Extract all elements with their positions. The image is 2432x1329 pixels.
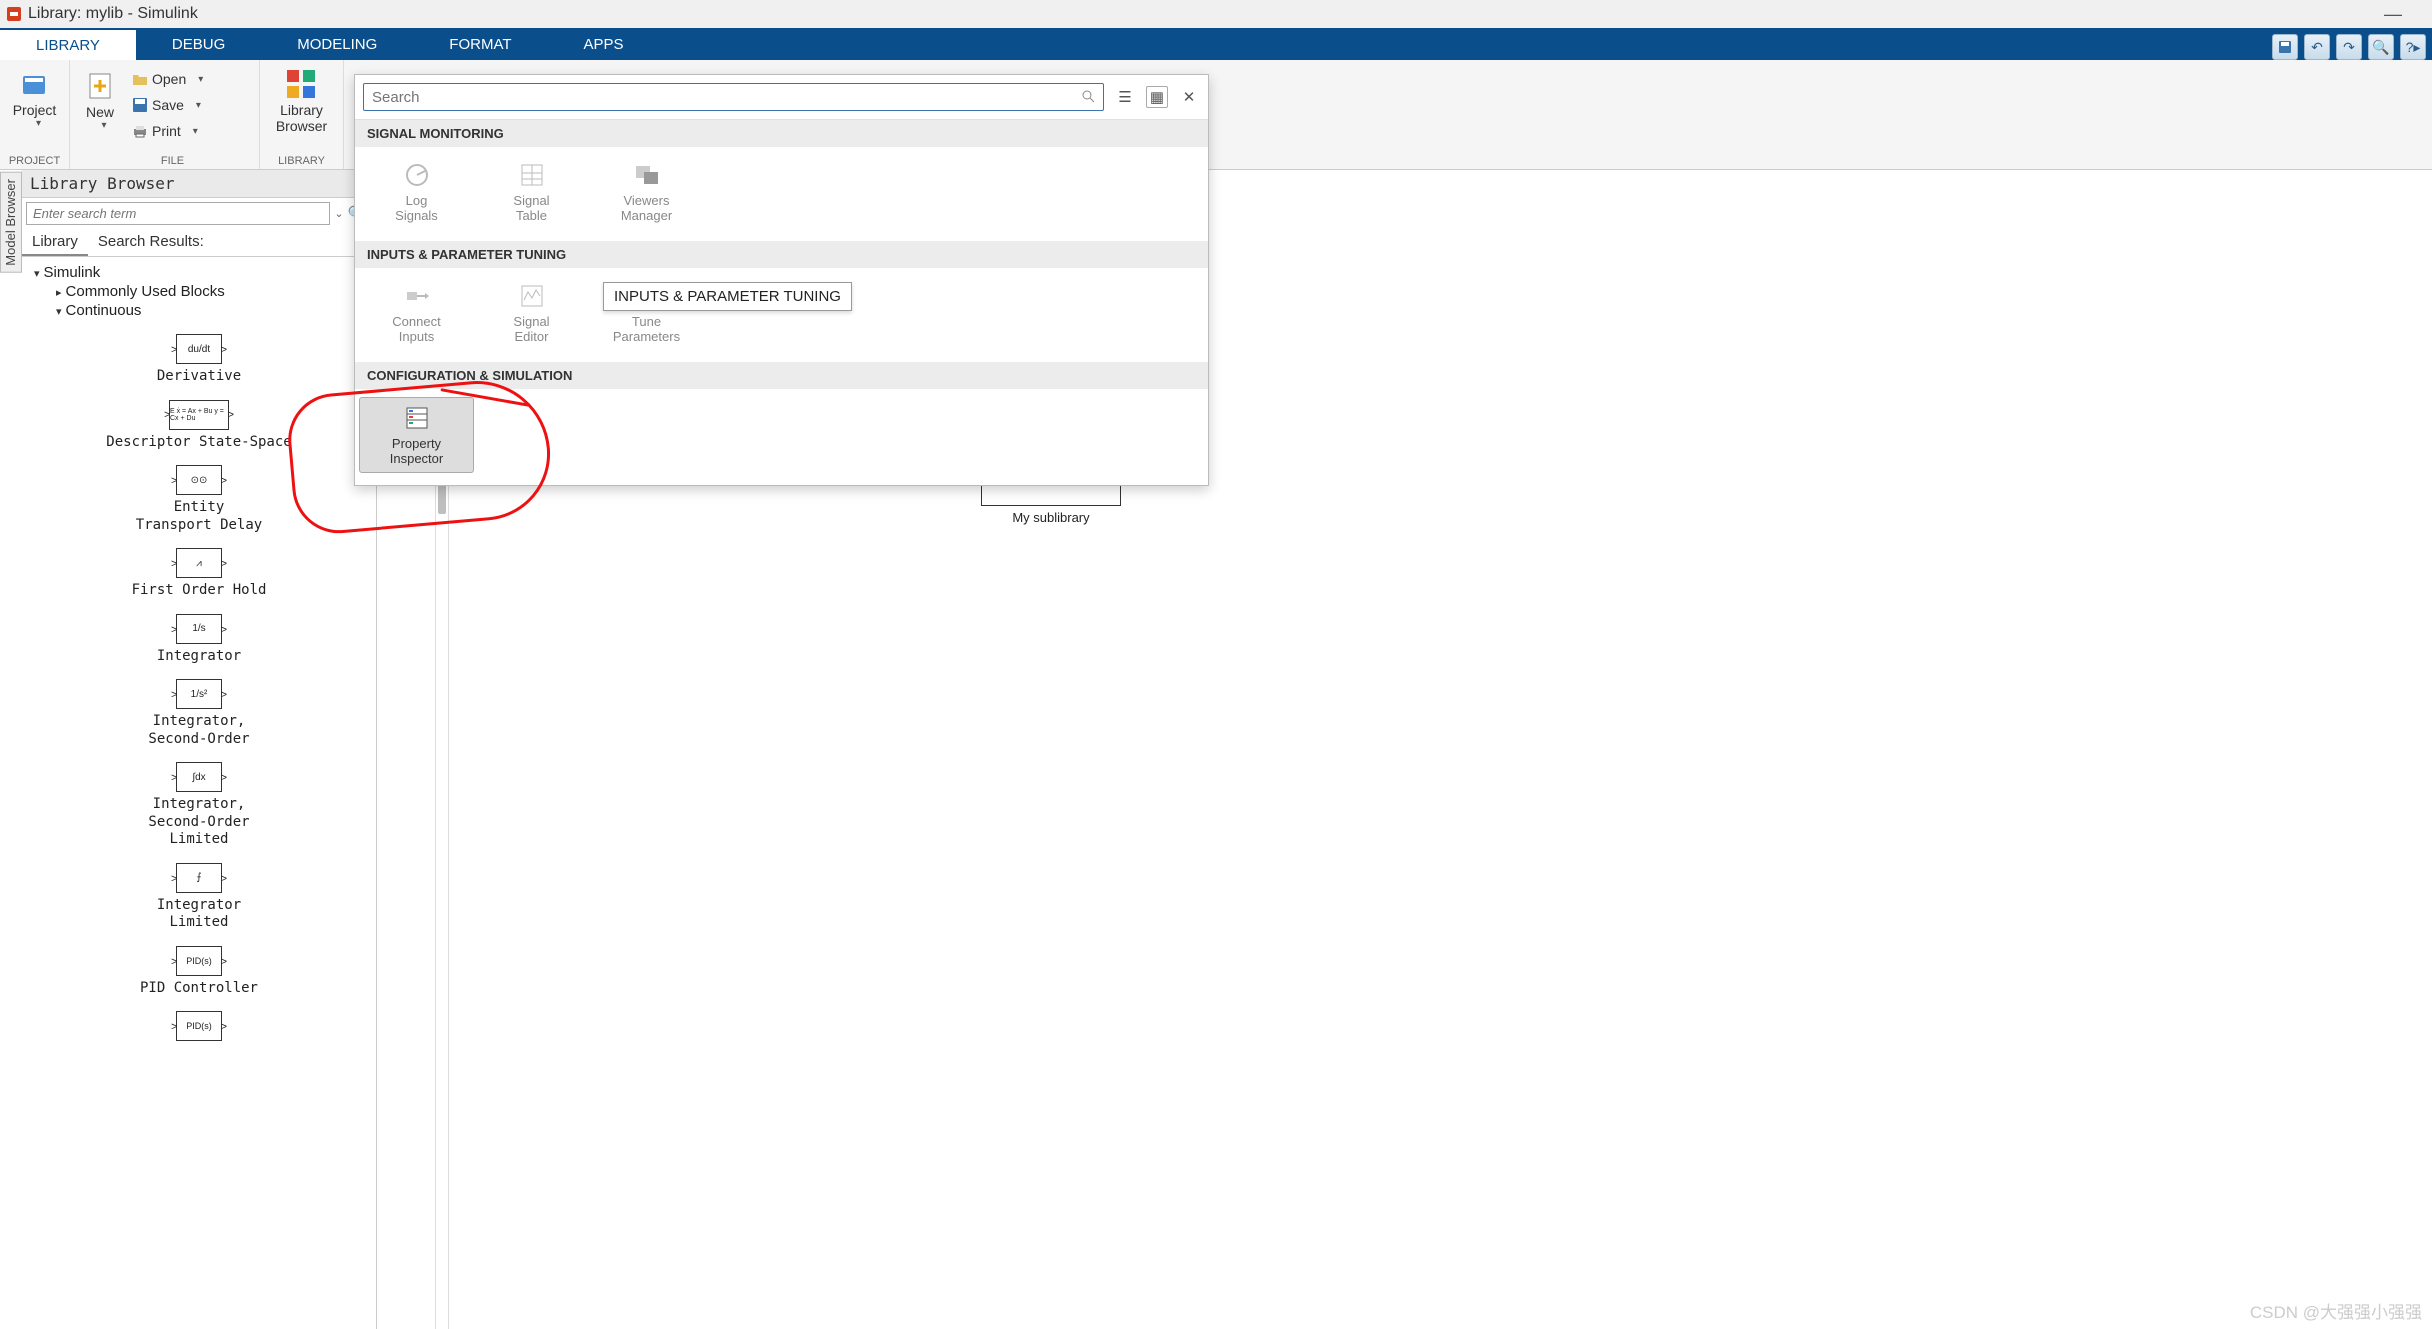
library-tabs: Library Search Results:	[22, 229, 376, 257]
save-icon	[132, 97, 148, 113]
block-derivative[interactable]: du/dtDerivative	[26, 334, 372, 386]
app-signal-editor[interactable]: Signal Editor	[474, 276, 589, 350]
library-search-input[interactable]	[26, 202, 330, 225]
open-button[interactable]: Open	[128, 66, 207, 92]
save-label: Save	[152, 97, 184, 113]
ribbon-group-library: Library Browser LIBRARY	[260, 60, 344, 169]
toolstrip-tabs: LIBRARY DEBUG MODELING FORMAT APPS ↶ ↷ 🔍…	[0, 28, 2432, 60]
block-integrator-second-order[interactable]: 1/s²Integrator, Second-Order	[26, 679, 372, 748]
section-signal-monitoring: Log Signals Signal Table Viewers Manager	[355, 147, 1208, 241]
library-search-row: ⌄ 🔍 ▾	[22, 198, 376, 229]
save-qat-button[interactable]	[2272, 34, 2298, 60]
library-browser-button[interactable]: Library Browser	[270, 64, 333, 138]
tab-library[interactable]: LIBRARY	[0, 28, 136, 60]
tab-apps[interactable]: APPS	[548, 28, 660, 60]
app-log-signals[interactable]: Log Signals	[359, 155, 474, 229]
signal-table-icon	[518, 161, 546, 189]
new-button[interactable]: New	[78, 66, 122, 135]
section-inputs-tuning-header: INPUTS & PARAMETER TUNING	[355, 241, 1208, 268]
view-grid-icon[interactable]: ▦	[1146, 86, 1168, 108]
signal-editor-icon	[518, 282, 546, 310]
project-label: Project	[13, 102, 57, 118]
project-icon	[19, 68, 51, 100]
save-button[interactable]: Save	[128, 92, 207, 118]
block-pid-controller[interactable]: PID(s)PID Controller	[26, 946, 372, 998]
redo-button[interactable]: ↷	[2336, 34, 2362, 60]
quick-access-toolbar: ↶ ↷ 🔍 ?▸	[2272, 34, 2432, 60]
tree-node-simulink[interactable]: Simulink	[26, 263, 372, 282]
connect-inputs-icon	[403, 282, 431, 310]
minimize-button[interactable]: —	[2384, 4, 2402, 25]
model-browser-tab[interactable]: Model Browser	[0, 172, 22, 273]
block-integrator-limited[interactable]: ⨍Integrator Limited	[26, 863, 372, 932]
apps-search-bar: ☰ ▦ ✕	[355, 75, 1208, 120]
undo-button[interactable]: ↶	[2304, 34, 2330, 60]
search-qat-button[interactable]: 🔍	[2368, 34, 2394, 60]
title-bar: Library: mylib - Simulink —	[0, 0, 2432, 28]
viewers-manager-icon	[633, 161, 661, 189]
section-signal-monitoring-header: SIGNAL MONITORING	[355, 120, 1208, 147]
tree-node-commonly-used[interactable]: Commonly Used Blocks	[26, 282, 372, 301]
library-block-list: du/dtDerivative E ẋ = Ax + Bu y = Cx + D…	[26, 320, 372, 1061]
ribbon-group-file: New Open Save Print FILE	[70, 60, 260, 169]
group-label-library: LIBRARY	[260, 155, 343, 167]
window-title: Library: mylib - Simulink	[28, 5, 198, 23]
view-list-icon[interactable]: ☰	[1114, 86, 1136, 108]
block-integrator-second-order-limited[interactable]: ∫dxIntegrator, Second-Order Limited	[26, 762, 372, 849]
section-config-sim-header: CONFIGURATION & SIMULATION	[355, 362, 1208, 389]
tree-node-continuous[interactable]: Continuous	[26, 301, 372, 320]
apps-search-input[interactable]	[363, 83, 1104, 111]
open-label: Open	[152, 71, 186, 87]
block-entity-transport-delay[interactable]: ⊙⊙Entity Transport Delay	[26, 465, 372, 534]
library-tree: Simulink Commonly Used Blocks Continuous…	[22, 257, 376, 1067]
print-button[interactable]: Print	[128, 118, 207, 144]
property-inspector-icon	[403, 404, 431, 432]
section-tooltip: INPUTS & PARAMETER TUNING	[603, 282, 852, 311]
tab-debug[interactable]: DEBUG	[136, 28, 261, 60]
app-viewers-manager[interactable]: Viewers Manager	[589, 155, 704, 229]
library-browser-panel: Library Browser ⌄ 🔍 ▾ Library Search Res…	[22, 170, 377, 1329]
app-signal-table[interactable]: Signal Table	[474, 155, 589, 229]
section-inputs-tuning: Connect Inputs Signal Editor Tune Parame…	[355, 268, 1208, 362]
library-browser-label-1: Library	[280, 102, 323, 118]
app-icon	[6, 6, 22, 22]
library-browser-icon	[285, 68, 317, 100]
block-descriptor-state-space[interactable]: E ẋ = Ax + Bu y = Cx + DuDescriptor Stat…	[26, 400, 372, 452]
group-label-project: PROJECT	[0, 155, 69, 167]
block-pid-2dof[interactable]: PID(s)	[26, 1011, 372, 1041]
watermark: CSDN @大强强小强强	[2250, 1298, 2422, 1323]
project-button[interactable]: Project	[7, 64, 63, 133]
library-browser-label-2: Browser	[276, 118, 327, 134]
apps-gallery-dropdown: ☰ ▦ ✕ SIGNAL MONITORING Log Signals Sign…	[354, 74, 1209, 486]
library-browser-header: Library Browser	[22, 170, 376, 198]
library-tab-results[interactable]: Search Results:	[88, 229, 214, 256]
group-label-file: FILE	[78, 155, 267, 167]
library-tab-library[interactable]: Library	[22, 229, 88, 256]
new-label: New	[86, 104, 114, 120]
new-icon	[84, 70, 116, 102]
section-config-sim: Property Inspector	[355, 389, 1208, 485]
help-qat-button[interactable]: ?▸	[2400, 34, 2426, 60]
print-label: Print	[152, 123, 181, 139]
block-integrator[interactable]: 1/sIntegrator	[26, 614, 372, 666]
print-icon	[132, 123, 148, 139]
tab-format[interactable]: FORMAT	[413, 28, 547, 60]
close-gallery-icon[interactable]: ✕	[1178, 86, 1200, 108]
folder-open-icon	[132, 71, 148, 87]
app-connect-inputs[interactable]: Connect Inputs	[359, 276, 474, 350]
block-first-order-hold[interactable]: ⩘First Order Hold	[26, 548, 372, 600]
tab-modeling[interactable]: MODELING	[261, 28, 413, 60]
app-property-inspector[interactable]: Property Inspector	[359, 397, 474, 473]
log-signals-icon	[403, 161, 431, 189]
block-label: My sublibrary	[981, 510, 1121, 525]
ribbon-group-project: Project PROJECT	[0, 60, 70, 169]
file-ops-column: Open Save Print	[128, 66, 207, 144]
